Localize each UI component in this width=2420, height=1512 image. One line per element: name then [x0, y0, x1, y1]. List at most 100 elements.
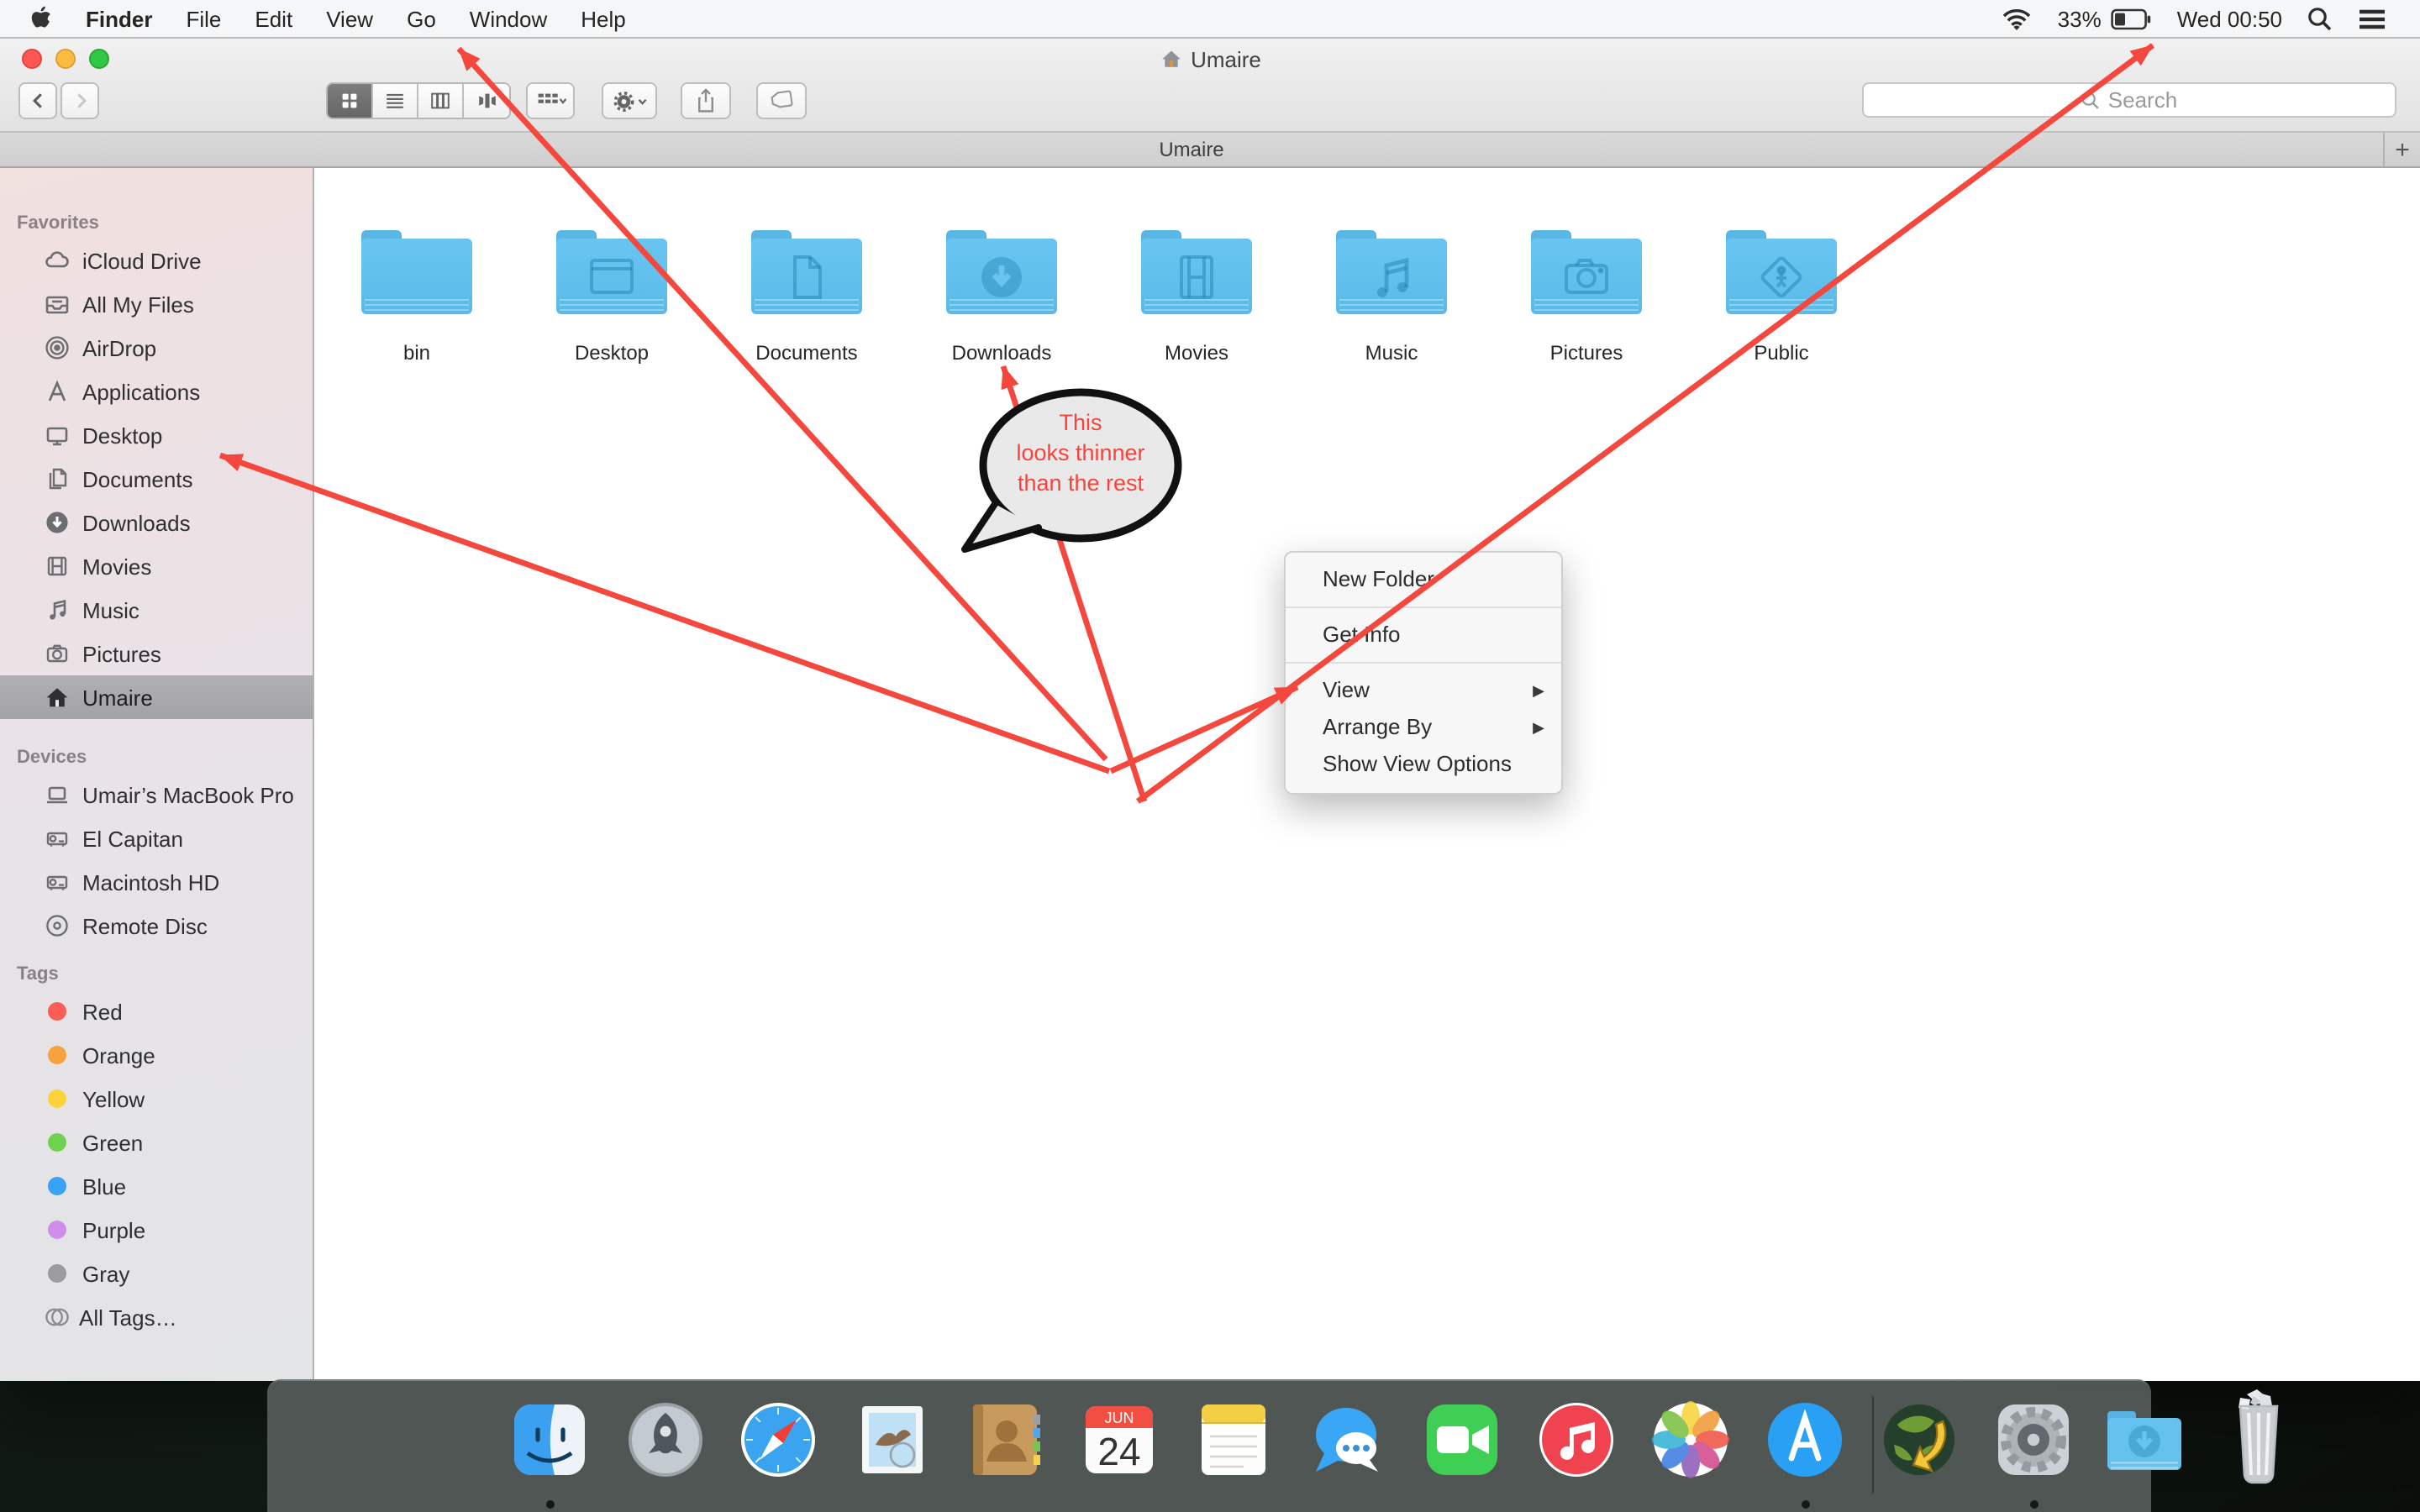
sidebar-item-movies[interactable]: Movies: [0, 544, 313, 588]
spotlight-icon[interactable]: [2307, 6, 2333, 31]
folder-music[interactable]: Music: [1294, 225, 1489, 365]
hard-drive-icon: [44, 825, 71, 852]
menubar-clock[interactable]: Wed 00:50: [2177, 6, 2282, 31]
folder-documents[interactable]: Documents: [709, 225, 904, 365]
context-menu-view[interactable]: View▶: [1286, 672, 1561, 709]
sidebar-item-label: Red: [82, 999, 123, 1024]
forward-button[interactable]: [60, 82, 99, 119]
folder-desktop[interactable]: Desktop: [514, 225, 709, 365]
folder-icon: [1531, 230, 1642, 314]
dock-finder-icon[interactable]: [504, 1394, 595, 1485]
dock-messages-icon[interactable]: [1302, 1394, 1393, 1485]
folder-pictures[interactable]: Pictures: [1489, 225, 1684, 365]
action-gear-button[interactable]: [602, 82, 657, 119]
folder-movies[interactable]: Movies: [1099, 225, 1294, 365]
dock-downloads-folder-icon[interactable]: [2099, 1394, 2190, 1485]
new-tab-button[interactable]: +: [2383, 133, 2420, 166]
sidebar-tag-blue[interactable]: Blue: [0, 1164, 313, 1208]
folder-bin[interactable]: bin: [319, 225, 514, 365]
dock-launchpad-icon[interactable]: [620, 1394, 711, 1485]
sidebar-item-desktop[interactable]: Desktop: [0, 413, 313, 457]
tag-dot-yellow-icon: [47, 1089, 67, 1109]
column-view-button[interactable]: [418, 84, 464, 118]
sidebar-item-remote-disc[interactable]: Remote Disc: [0, 904, 313, 948]
search-input[interactable]: Search: [1862, 82, 2396, 118]
menu-window[interactable]: Window: [453, 6, 565, 31]
menu-finder[interactable]: Finder: [69, 6, 169, 31]
dock-safari-icon[interactable]: [733, 1394, 823, 1485]
menu-separator: [1286, 662, 1561, 664]
dock-app-store-icon[interactable]: [1760, 1394, 1850, 1485]
list-view-button[interactable]: [373, 84, 418, 118]
sidebar-tag-gray[interactable]: Gray: [0, 1252, 313, 1295]
documents-icon: [44, 465, 71, 492]
dock-photos-icon[interactable]: [1645, 1394, 1736, 1485]
sidebar-all-tags[interactable]: All Tags…: [0, 1295, 313, 1339]
menu-view[interactable]: View: [309, 6, 390, 31]
icon-view-button[interactable]: [328, 84, 373, 118]
dock-system-preferences-icon[interactable]: [1988, 1394, 2079, 1485]
context-menu-get-info[interactable]: Get Info: [1286, 617, 1561, 654]
dock-trash-icon[interactable]: [2213, 1388, 2304, 1485]
download-glyph-icon: [976, 252, 1027, 302]
dock-facetime-icon[interactable]: [1417, 1394, 1507, 1485]
context-menu-arrange-by[interactable]: Arrange By▶: [1286, 709, 1561, 746]
desktop-icon: [44, 422, 71, 449]
sidebar-item-downloads[interactable]: Downloads: [0, 501, 313, 544]
dock-mail-icon[interactable]: [847, 1394, 938, 1485]
desktop: Finder File Edit View Go Window Help 33%…: [0, 0, 2420, 1512]
menu-separator: [1286, 606, 1561, 608]
sidebar-item-icloud-drive[interactable]: iCloud Drive: [0, 239, 313, 282]
sidebar-tag-red[interactable]: Red: [0, 990, 313, 1033]
context-menu-new-folder[interactable]: New Folder: [1286, 561, 1561, 598]
apple-menu-icon[interactable]: [27, 5, 52, 32]
coverflow-view-button[interactable]: [464, 84, 509, 118]
sidebar-tag-orange[interactable]: Orange: [0, 1033, 313, 1077]
sidebar-item-pictures[interactable]: Pictures: [0, 632, 313, 675]
dock-itunes-icon[interactable]: [1531, 1394, 1622, 1485]
folder-icon: [1726, 230, 1837, 314]
tag-button[interactable]: [756, 82, 807, 119]
share-button[interactable]: [681, 82, 731, 119]
sidebar-item-label: Downloads: [82, 510, 191, 535]
battery-status[interactable]: 33%: [2058, 6, 2152, 31]
dock-calendar-icon[interactable]: JUN 24: [1074, 1394, 1165, 1485]
wifi-icon[interactable]: [2002, 6, 2033, 31]
menu-help[interactable]: Help: [564, 6, 643, 31]
menu-go[interactable]: Go: [390, 6, 453, 31]
sidebar-item-airdrop[interactable]: AirDrop: [0, 326, 313, 370]
dock-contacts-icon[interactable]: [960, 1394, 1050, 1485]
sidebar-item-applications[interactable]: Applications: [0, 370, 313, 413]
menu-bar: Finder File Edit View Go Window Help 33%…: [0, 0, 2420, 37]
tab-bar: Umaire +: [0, 133, 2420, 168]
sidebar-section-favorites: Favorites: [0, 208, 313, 239]
sidebar-item-label: Desktop: [82, 423, 162, 448]
arrange-button[interactable]: [526, 82, 575, 119]
tab-umaire[interactable]: Umaire: [0, 138, 2383, 161]
sidebar-item-macbook-pro[interactable]: Umair’s MacBook Pro: [0, 773, 313, 816]
sidebar-item-documents[interactable]: Documents: [0, 457, 313, 501]
menu-file[interactable]: File: [169, 6, 238, 31]
sidebar-tag-purple[interactable]: Purple: [0, 1208, 313, 1252]
context-menu-show-view-options[interactable]: Show View Options: [1286, 746, 1561, 783]
calendar-day: 24: [1097, 1430, 1140, 1473]
folder-label: Downloads: [904, 341, 1099, 365]
sidebar-item-umaire[interactable]: Umaire: [0, 675, 313, 719]
back-button[interactable]: [18, 82, 57, 119]
notification-center-icon[interactable]: [2358, 8, 2386, 29]
sidebar-item-el-capitan[interactable]: El Capitan: [0, 816, 313, 860]
applications-icon: [44, 378, 71, 405]
folder-label: Music: [1294, 341, 1489, 365]
running-indicator: [546, 1500, 555, 1509]
dock-notes-icon[interactable]: [1188, 1394, 1279, 1485]
sidebar-tag-green[interactable]: Green: [0, 1121, 313, 1164]
menu-edit[interactable]: Edit: [238, 6, 309, 31]
folder-downloads[interactable]: Downloads: [904, 225, 1099, 365]
folder-label: Public: [1684, 341, 1879, 365]
sidebar-tag-yellow[interactable]: Yellow: [0, 1077, 313, 1121]
sidebar-item-macintosh-hd[interactable]: Macintosh HD: [0, 860, 313, 904]
sidebar-item-music[interactable]: Music: [0, 588, 313, 632]
dock-download-manager-icon[interactable]: [1874, 1394, 1965, 1485]
sidebar-item-all-my-files[interactable]: All My Files: [0, 282, 313, 326]
folder-public[interactable]: Public: [1684, 225, 1879, 365]
